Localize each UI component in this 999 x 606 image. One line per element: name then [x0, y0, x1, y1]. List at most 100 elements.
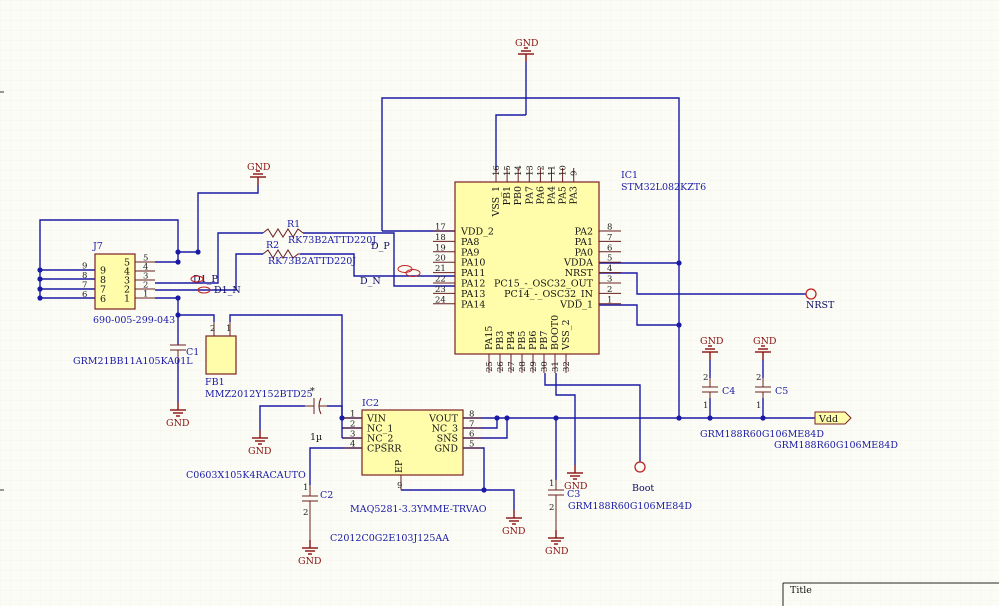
ic1-pin-name: PA12 — [461, 279, 485, 290]
ic1-pin-name: BOOT0 — [550, 315, 561, 350]
gnd-label: GND — [502, 526, 526, 537]
ic1-pin-num: 23 — [435, 285, 446, 295]
ic2-pin-num: 8 — [469, 410, 474, 420]
ic1-pin-num: 27 — [507, 361, 517, 372]
ic1-pin-num: 25 — [485, 361, 495, 372]
nrst-label: NRST — [806, 300, 835, 311]
ic2-pin-9-name: EP — [394, 459, 405, 473]
ic1-pin-name: PA3 — [569, 186, 580, 204]
ic1-pin-num: 18 — [435, 233, 446, 243]
schematic-canvas: Title 17 VDD_218 PA819 PA920 PA1021 PA11… — [0, 0, 999, 606]
vdd-port[interactable]: Vdd — [814, 411, 852, 425]
r2-designator: R2 — [266, 240, 279, 251]
ic1-pin-num: 17 — [435, 223, 446, 233]
title-label: Title — [790, 585, 812, 596]
net-label-dn: D_N — [360, 276, 381, 287]
ic1-pin-num: 29 — [529, 361, 539, 372]
ic1-pin-name: PA5 — [558, 186, 569, 204]
j7-pin-label: 1 — [124, 294, 130, 305]
r1-part: RK73B2ATTD220J — [288, 235, 376, 246]
ic1-pin-name: PA13 — [461, 289, 485, 300]
ic1-pin-name: PB0 — [513, 186, 524, 205]
ic1-pin-name: PA15 — [484, 326, 495, 350]
ic2-pin-num: 7 — [469, 420, 474, 430]
input-cap-polarity: * — [310, 386, 315, 397]
fb1-pin-2: 2 — [210, 324, 215, 334]
c3-pin-top: 1 — [549, 479, 554, 489]
c5-pin-top: 2 — [756, 373, 761, 383]
ic2-pin-num: 4 — [350, 440, 355, 450]
ic1-pin-num: 28 — [518, 361, 528, 372]
ic1-pin-num: 11 — [548, 165, 558, 176]
input-cap-value: 1µ — [310, 432, 322, 443]
c4-pin-bottom: 1 — [703, 401, 708, 411]
ic1-pin-name: PB5 — [517, 331, 528, 350]
ic1-pin-name: PA11 — [461, 268, 485, 279]
ic1-pin-num: 9 — [570, 171, 580, 176]
j7-pin-num: 7 — [82, 281, 87, 291]
ic1-pin-name: PB7 — [539, 331, 550, 350]
ic1-pin-name: NRST — [565, 268, 594, 279]
ic2-part: MAQ5281-3.3YMME-TRVAO — [350, 504, 487, 515]
ic1-pin-name: PC14_-_OSC32_IN — [504, 289, 593, 300]
ic1-pin-num: 26 — [496, 361, 506, 372]
gnd-label: GND — [166, 418, 190, 429]
ic1-pin-name: PB1 — [502, 186, 513, 205]
ic1-pin-num: 8 — [607, 223, 612, 233]
c5-pin-bottom: 1 — [756, 401, 761, 411]
r2-part: RK73B2ATTD220J — [268, 256, 356, 267]
ic2-pin-num: 1 — [350, 410, 355, 420]
gnd-label: GND — [753, 336, 777, 347]
fb1-designator: FB1 — [205, 377, 225, 388]
ic1-pin-num: 22 — [435, 275, 446, 285]
ic1-pin-name: PA7 — [524, 186, 535, 204]
gnd-label: GND — [248, 446, 272, 457]
input-cap-part: C0603X105K4RACAUTO — [186, 470, 306, 481]
ic1-pin-name: PA8 — [461, 237, 479, 248]
ic1-pin-num: 15 — [503, 165, 513, 176]
j7-designator: J7 — [92, 241, 103, 252]
j7-pin-num: 1 — [143, 290, 148, 300]
ic1-pin-name: PA4 — [547, 186, 558, 204]
c3-pin-bottom: 2 — [549, 503, 554, 513]
r1-designator: R1 — [287, 219, 300, 230]
ic1-pin-num: 24 — [435, 295, 446, 305]
ic1-pin-num: 21 — [435, 264, 446, 274]
c2-pin-bottom: 2 — [303, 508, 308, 518]
c2-part: C2012C0G2E103J125AA — [330, 533, 449, 544]
net-label-d1n: D1_N — [214, 285, 241, 296]
ic1-pin-name: PA1 — [575, 237, 593, 248]
ic2-pin-9-num: 9 — [397, 481, 402, 491]
j7-pin-num: 6 — [82, 290, 87, 300]
ic1-pin-num: 13 — [525, 165, 535, 176]
gnd-label: GND — [515, 38, 539, 49]
ic1-pin-name: VSS_2 — [561, 319, 572, 351]
ic1-designator: IC1 — [621, 170, 638, 181]
j7-pin-num: 8 — [82, 271, 87, 281]
ic1-pin-num: 20 — [435, 254, 446, 264]
c2-pin-top: 1 — [303, 483, 308, 493]
ic2-pin-num: 6 — [469, 430, 474, 440]
gnd-label: GND — [247, 162, 271, 173]
ic1-pin-num: 4 — [607, 264, 612, 274]
ic1-pin-num: 32 — [562, 361, 572, 372]
ic1-pin-name: PB4 — [506, 331, 517, 350]
j7-pin-num: 9 — [82, 262, 87, 272]
vdd-label: Vdd — [818, 414, 838, 425]
ic1-pin-name: PA10 — [461, 258, 485, 269]
ic1-pin-num: 5 — [607, 254, 612, 264]
j7-pin-label: 6 — [100, 294, 106, 305]
c5-part: GRM188R60G106ME84D — [774, 440, 898, 451]
fb1-body[interactable] — [205, 335, 237, 375]
c3-part: GRM188R60G106ME84D — [568, 501, 692, 512]
ic2-pin-name: GND — [434, 444, 458, 455]
fb1-part: MMZ2012Y152BTD25 — [205, 389, 313, 400]
ic1-pin-name: PA14 — [461, 299, 485, 310]
c5-designator: C5 — [775, 386, 788, 397]
ic1-pin-num: 3 — [607, 275, 612, 285]
ic2-pin-num: 5 — [469, 440, 474, 450]
fb1-pin-1: 1 — [226, 324, 231, 334]
j7-part: 690-005-299-043 — [93, 315, 175, 326]
gnd-label: GND — [564, 481, 588, 492]
ic1-pin-num: 30 — [540, 361, 550, 372]
